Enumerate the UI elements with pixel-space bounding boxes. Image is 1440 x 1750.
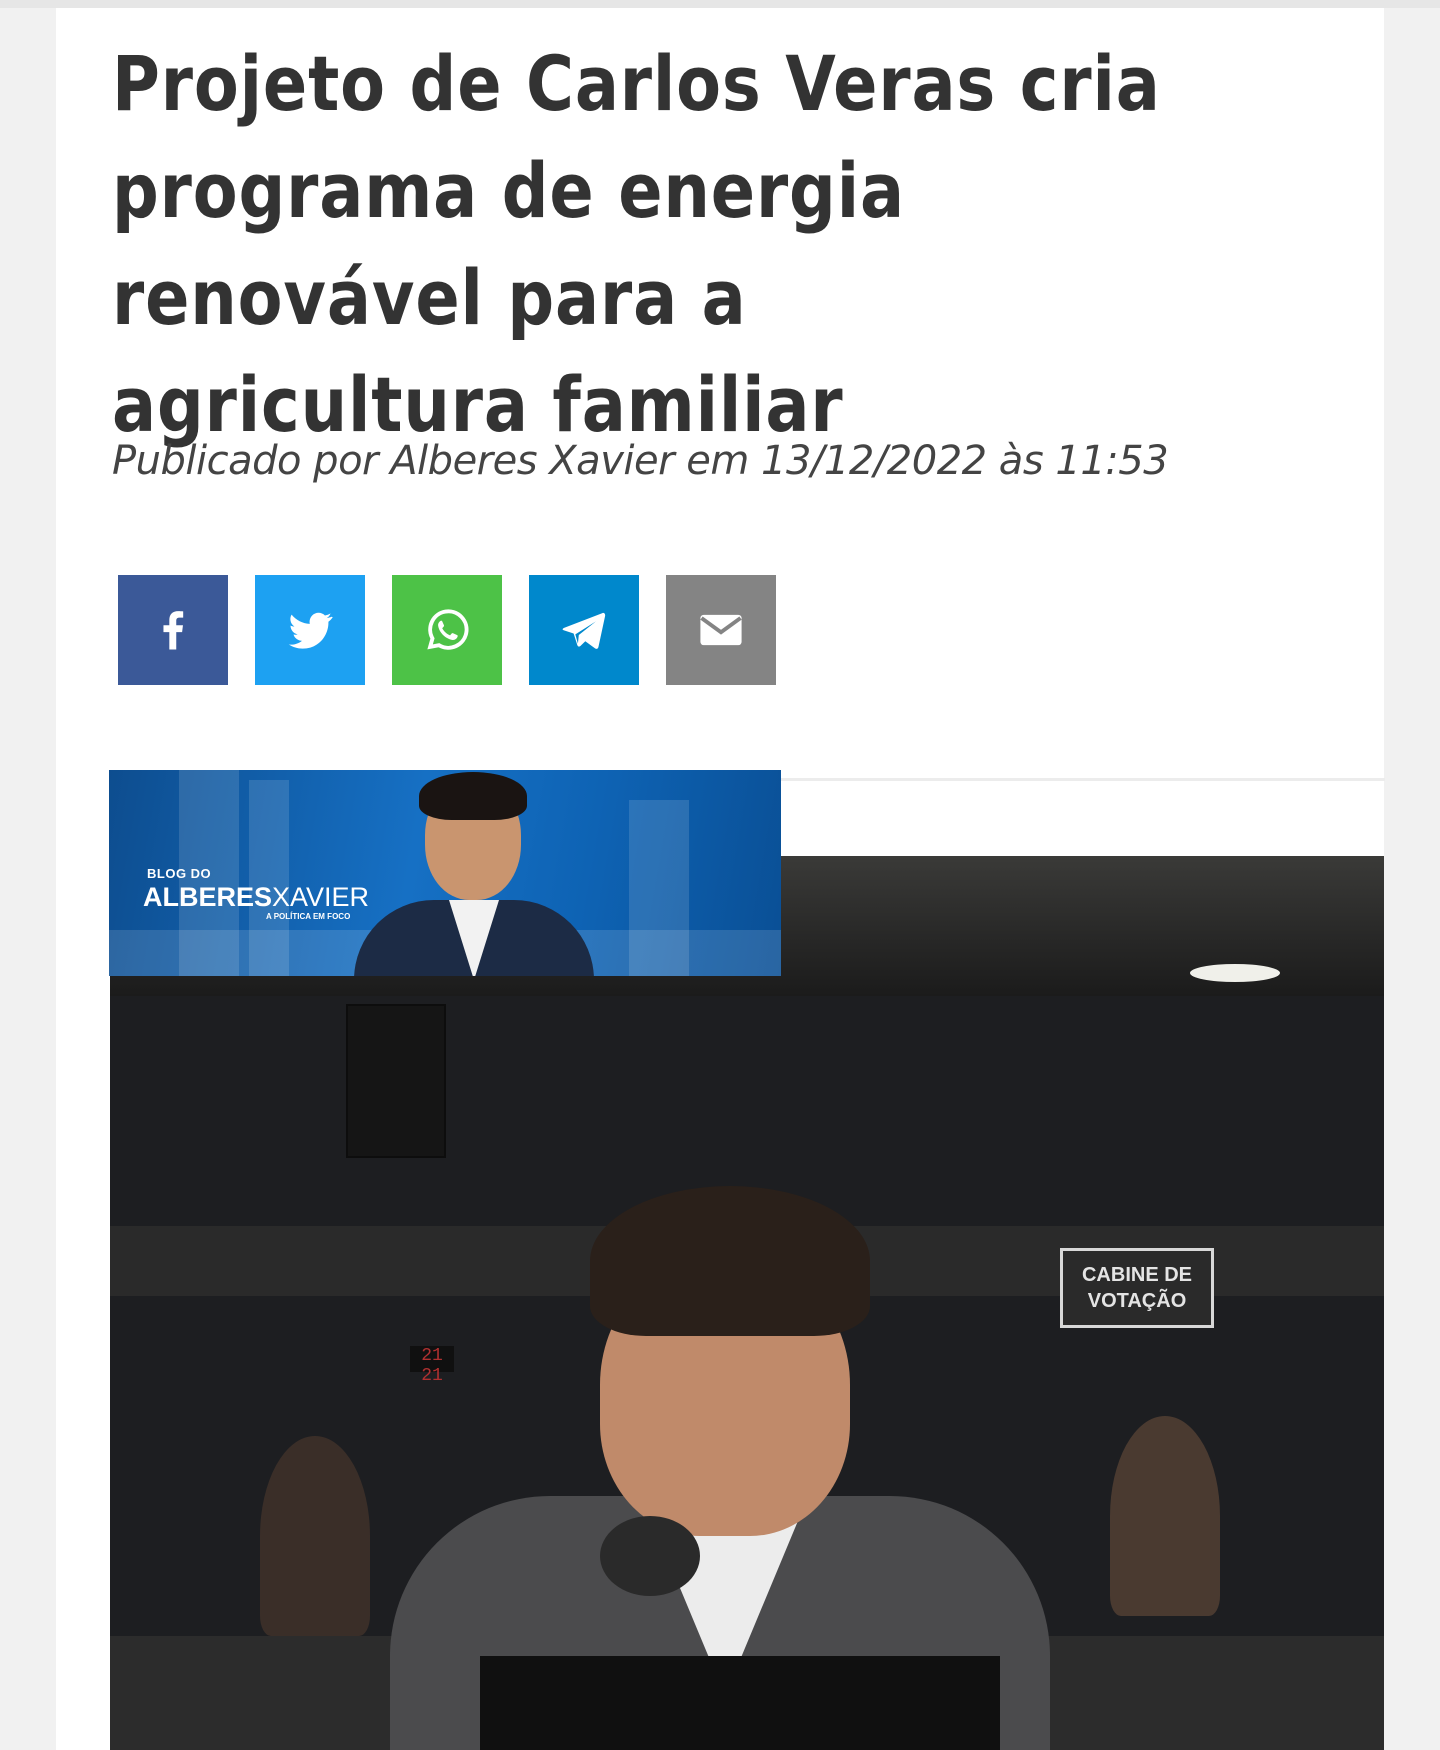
photo-voting-booth-sign: CABINE DE VOTAÇÃO: [1060, 1248, 1214, 1328]
banner-name-bold: ALBERES: [143, 882, 273, 912]
facebook-icon: [163, 611, 184, 650]
email-share-button[interactable]: [666, 575, 776, 685]
divider: [781, 778, 1385, 781]
photo-speaker-hair: [590, 1186, 870, 1336]
sign-line-1: CABINE DE: [1081, 1264, 1192, 1286]
article-title: Projeto de Carlos Veras cria programa de…: [112, 39, 1161, 449]
email-icon: [700, 614, 742, 646]
twitter-icon: [288, 612, 333, 649]
article-photo: 21 21 CABINE DE VOTAÇÃO: [110, 856, 1384, 1750]
banner-blog-label: BLOG DO: [147, 866, 212, 881]
blog-banner[interactable]: BLOG DO ALBERESXAVIER A POLÍTICA EM FOCO: [109, 770, 781, 976]
photo-background-person: [260, 1436, 370, 1636]
twitter-share-button[interactable]: [255, 575, 365, 685]
whatsapp-icon: [427, 609, 469, 650]
facebook-share-button[interactable]: [118, 575, 228, 685]
article-byline: Publicado por Alberes Xavier em 13/12/20…: [112, 438, 1169, 484]
sign-line-2: VOTAÇÃO: [1087, 1290, 1187, 1312]
telegram-share-button[interactable]: [529, 575, 639, 685]
photo-ceiling-light: [1190, 964, 1280, 982]
photo-background-person: [1110, 1416, 1220, 1616]
photo-monitor: [480, 1656, 1000, 1750]
banner-tagline: A POLÍTICA EM FOCO: [266, 912, 351, 921]
banner-name-light: XAVIER: [272, 882, 370, 912]
photo-clock: 21 21: [410, 1346, 454, 1386]
telegram-icon: [562, 612, 606, 649]
banner-portrait-hair: [419, 772, 527, 820]
banner-name: ALBERESXAVIER: [143, 882, 369, 913]
photo-microphone: [600, 1516, 700, 1596]
photo-speaker: [346, 1004, 446, 1158]
whatsapp-share-button[interactable]: [392, 575, 502, 685]
top-border: [0, 0, 1440, 8]
